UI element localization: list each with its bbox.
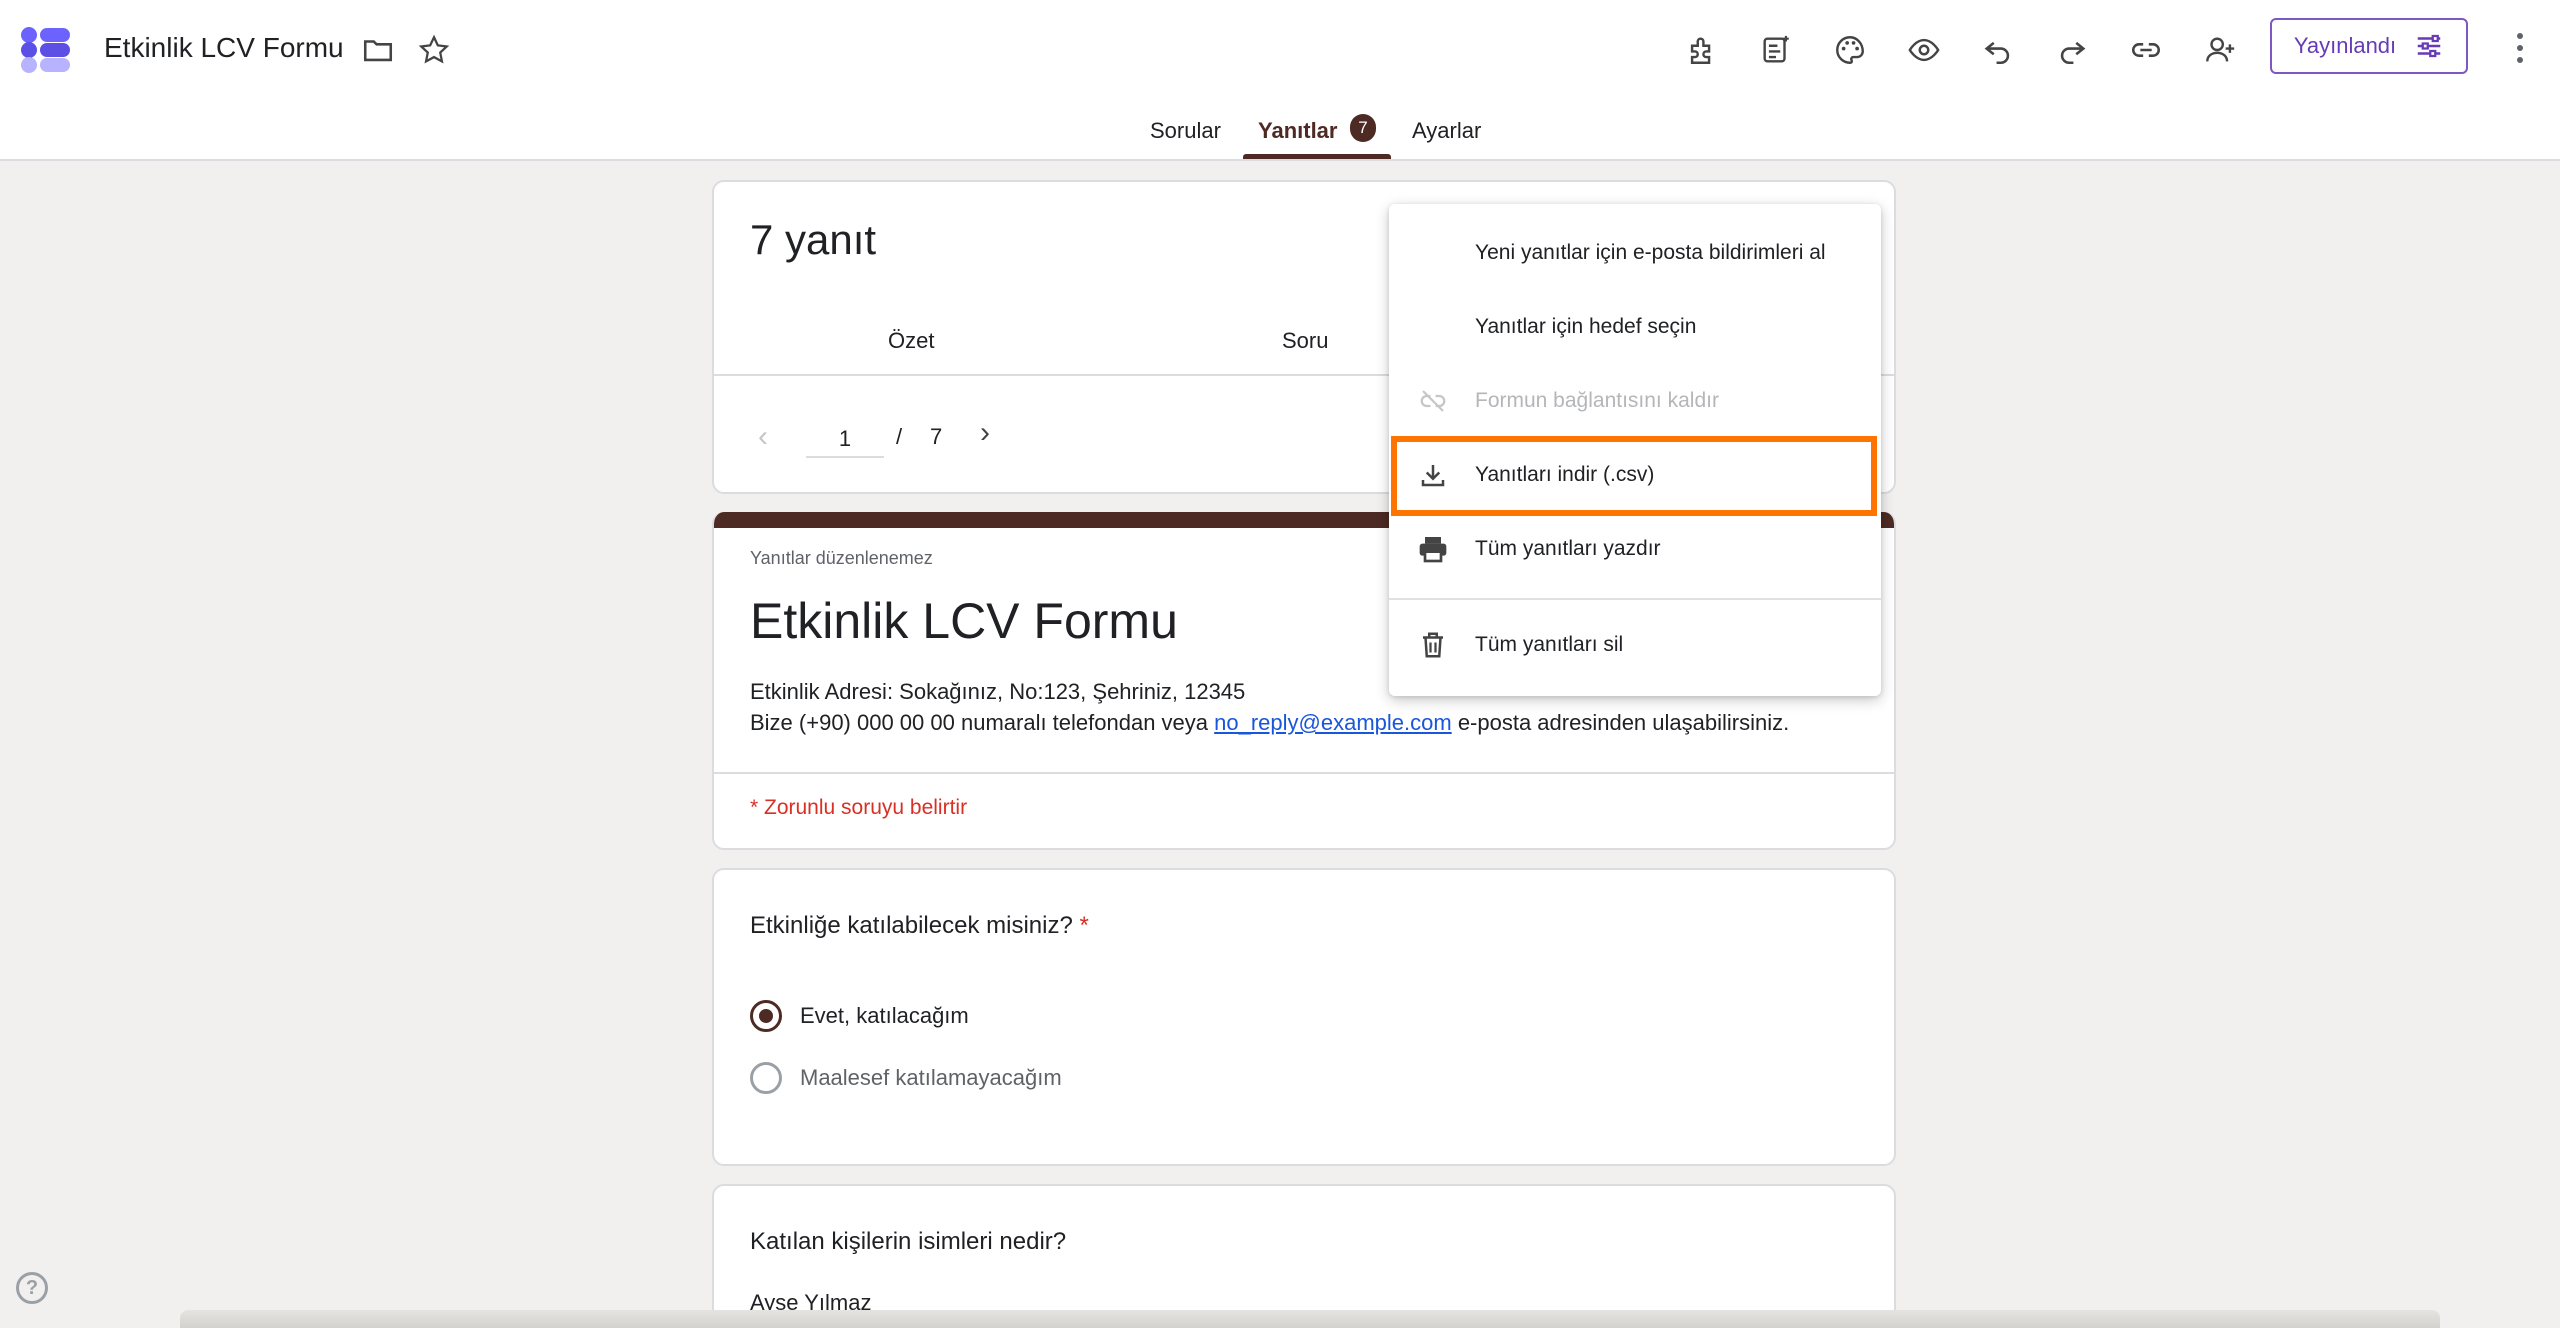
document-title[interactable]: Etkinlik LCV Formu bbox=[104, 32, 344, 64]
print-icon bbox=[1415, 531, 1451, 567]
menu-item-unlink-form: Formun bağlantısını kaldır bbox=[1389, 364, 1881, 438]
menu-item-label: Yeni yanıtlar için e-posta bildirimleri … bbox=[1475, 241, 1826, 264]
menu-item-label: Formun bağlantısını kaldır bbox=[1475, 389, 1719, 412]
tune-icon bbox=[2417, 34, 2441, 58]
bottom-panel-edge bbox=[180, 1310, 2440, 1328]
more-options-icon[interactable] bbox=[2500, 28, 2540, 68]
menu-item-select-destination[interactable]: Yanıtlar için hedef seçin bbox=[1389, 290, 1881, 364]
publish-button[interactable]: Yayınlandı bbox=[2270, 18, 2468, 74]
responses-count-badge: 7 bbox=[1350, 114, 1376, 142]
option-label: Maalesef katılamayacağım bbox=[800, 1065, 1062, 1090]
addons-icon[interactable] bbox=[1682, 30, 1722, 70]
form-title: Etkinlik LCV Formu bbox=[750, 593, 1178, 649]
tab-responses[interactable]: Yanıtlar bbox=[1258, 118, 1337, 144]
menu-item-print-all[interactable]: Tüm yanıtları yazdır bbox=[1389, 512, 1881, 586]
responses-count-title: 7 yanıt bbox=[750, 216, 877, 263]
description-suffix: e-posta adresinden ulaşabilirsiniz. bbox=[1451, 710, 1790, 735]
add-collaborator-icon[interactable] bbox=[2200, 30, 2240, 70]
forms-logo-icon[interactable] bbox=[20, 26, 72, 74]
radio-unchecked-icon[interactable] bbox=[750, 1062, 782, 1094]
folder-icon[interactable] bbox=[358, 30, 398, 70]
question-text: Etkinliğe katılabilecek misiniz? bbox=[750, 912, 1073, 939]
question-title: Katılan kişilerin isimleri nedir? bbox=[750, 1228, 1067, 1255]
description-prefix: Bize (+90) 000 00 00 numaralı telefondan… bbox=[750, 710, 1215, 735]
description-line-2: Bize (+90) 000 00 00 numaralı telefondan… bbox=[750, 707, 1789, 738]
active-tab-indicator bbox=[1243, 154, 1391, 159]
tab-settings[interactable]: Ayarlar bbox=[1412, 118, 1481, 144]
link-icon[interactable] bbox=[2126, 30, 2166, 70]
undo-icon[interactable] bbox=[1978, 30, 2018, 70]
trash-icon bbox=[1415, 627, 1451, 663]
radio-checked-icon[interactable] bbox=[750, 1000, 782, 1032]
preview-eye-icon[interactable] bbox=[1904, 30, 1944, 70]
menu-item-email-notifications[interactable]: Yeni yanıtlar için e-posta bildirimleri … bbox=[1389, 216, 1881, 290]
question-card-names: Katılan kişilerin isimleri nedir? Ayşe Y… bbox=[712, 1184, 1896, 1328]
menu-item-label: Tüm yanıtları yazdır bbox=[1475, 537, 1661, 560]
chevron-left-icon[interactable]: ‹ bbox=[758, 420, 768, 454]
subtab-summary[interactable]: Özet bbox=[888, 328, 934, 354]
question-title: Etkinliğe katılabilecek misiniz? * bbox=[750, 912, 1089, 940]
subtab-question[interactable]: Soru bbox=[1282, 328, 1328, 354]
menu-item-delete-all[interactable]: Tüm yanıtları sil bbox=[1389, 608, 1881, 682]
radio-option-yes[interactable]: Evet, katılacağım bbox=[750, 1000, 969, 1032]
option-label: Evet, katılacağım bbox=[800, 1003, 969, 1028]
required-asterisk: * bbox=[1079, 912, 1089, 939]
star-icon[interactable] bbox=[414, 30, 454, 70]
publish-label: Yayınlandı bbox=[2293, 33, 2397, 58]
cannot-edit-note: Yanıtlar düzenlenemez bbox=[750, 548, 933, 568]
question-card-attendance: Etkinliğe katılabilecek misiniz? * Evet,… bbox=[712, 868, 1896, 1166]
form-divider bbox=[714, 772, 1894, 774]
help-icon[interactable]: ? bbox=[16, 1272, 48, 1304]
email-link[interactable]: no_reply@example.com bbox=[1214, 710, 1452, 735]
radio-option-no[interactable]: Maalesef katılamayacağım bbox=[750, 1062, 1062, 1094]
form-tabs: Sorular Yanıtlar 7 Ayarlar bbox=[0, 110, 2560, 160]
pager-separator: / bbox=[896, 424, 903, 449]
menu-item-label: Yanıtlar için hedef seçin bbox=[1475, 315, 1697, 338]
app-header: Etkinlik LCV Formu Yayınlandı Sorular Ya… bbox=[0, 0, 2560, 161]
tab-responses-label: Yanıtlar bbox=[1258, 118, 1338, 143]
highlight-annotation-box bbox=[1391, 436, 1877, 516]
menu-item-label: Tüm yanıtları sil bbox=[1475, 633, 1624, 656]
unlink-icon bbox=[1415, 383, 1451, 419]
chevron-right-icon[interactable]: › bbox=[980, 416, 990, 450]
page-number-input[interactable]: 1 bbox=[806, 418, 884, 458]
tab-questions[interactable]: Sorular bbox=[1150, 118, 1221, 144]
pager-total: 7 bbox=[930, 424, 943, 449]
menu-divider bbox=[1389, 598, 1881, 600]
ai-summary-icon[interactable] bbox=[1756, 30, 1796, 70]
palette-icon[interactable] bbox=[1830, 30, 1870, 70]
redo-icon[interactable] bbox=[2052, 30, 2092, 70]
required-note: * Zorunlu soruyu belirtir bbox=[750, 796, 968, 819]
